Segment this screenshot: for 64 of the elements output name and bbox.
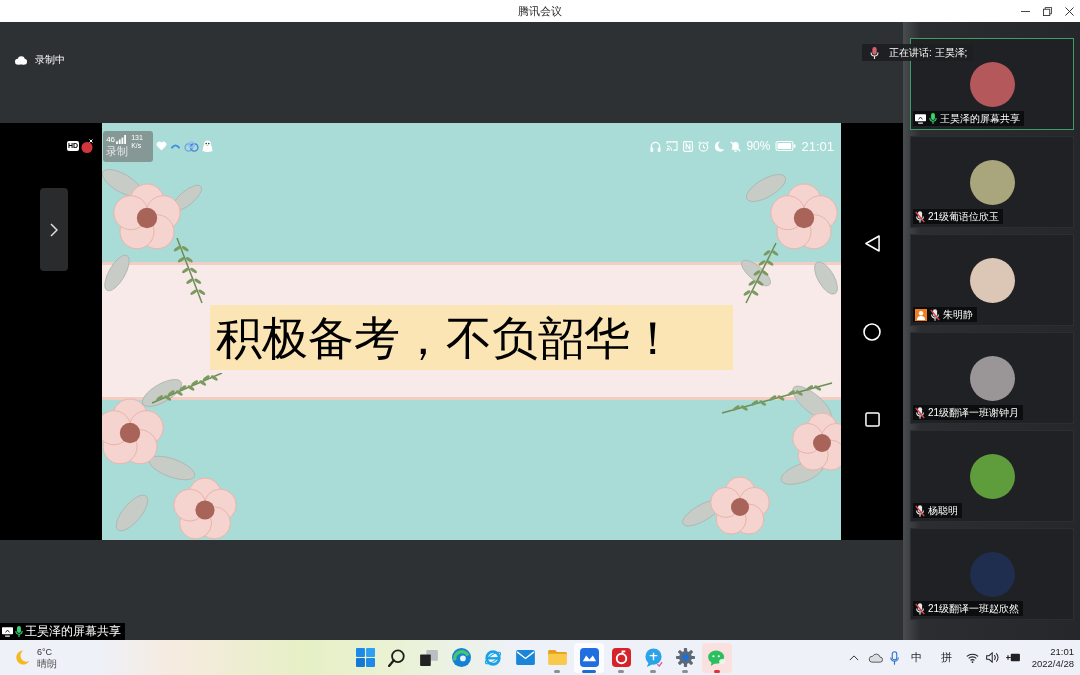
minimize-icon [1020,10,1030,12]
triangle-icon [864,235,880,252]
cloud-icon [15,55,27,65]
recents-button[interactable] [863,410,881,429]
weather-widget[interactable]: 6°C 晴朗 [0,640,70,675]
input-mode-button[interactable]: 中 [905,652,927,663]
search-icon [388,648,406,667]
participant-name: 朱明静 [943,309,973,320]
moon-icon [714,140,726,152]
chevron-up-icon [848,654,859,661]
nfc-icon [683,140,694,152]
overlapping-squares-icon [420,649,438,666]
speech-bubble-icon [643,648,663,667]
clock-button[interactable]: 21:01 2022/4/28 [1031,645,1074,670]
ring-tile-icon [611,648,631,667]
microphone-icon [870,46,879,59]
network-type: 46 [106,135,116,144]
mail-icon [515,650,535,665]
recording-status: 录制中 [35,53,65,67]
penguin-icon [202,139,214,153]
close-icon [1064,6,1074,16]
swoosh-icon [171,143,181,149]
speaker-icon [985,652,999,663]
share-name: 王昊泽的屏幕共享 [25,625,121,638]
input-method-button[interactable]: 拼 [933,652,959,663]
cast-icon [666,141,679,151]
folder-icon [547,650,567,665]
cloud-icon [867,652,883,663]
alarm-clock-icon [698,140,710,152]
chevron-right-icon [50,222,58,237]
circle-icon [863,322,881,341]
linked-rings-icon [184,140,200,152]
back-button[interactable] [863,234,881,253]
home-button[interactable] [863,322,881,341]
record-dot-icon [81,139,94,153]
participant-name: 21级葡语位欣玉 [928,211,1000,222]
square-icon [864,412,880,427]
window-title: 腾讯会议 [518,5,562,17]
phone-time: 21:01 [801,139,834,153]
heart-icon [156,141,168,151]
settings-icon [675,648,695,667]
participant-name: 21级翻译一班赵欣然 [928,603,1020,614]
participant-name: 21级翻译一班谢钟月 [928,407,1020,418]
speaker-label: 正在讲话: 王昊泽; [889,47,968,58]
mountain-tile-icon [579,648,599,667]
headphones-icon [650,140,662,152]
wifi-icon [965,652,979,663]
recording-label: 录制 [106,144,129,158]
ring-orbit-icon [484,648,502,667]
battery-icon [775,141,797,151]
participant-name: 王昊泽的屏幕共享 [940,113,1020,124]
bell-off-icon [730,140,742,152]
moon-icon [15,650,30,665]
participant-name: 杨聪明 [928,505,958,516]
signal-bars-icon [116,134,128,144]
start-grid-icon [355,648,375,667]
meeting-app-button[interactable] [574,642,604,673]
microphone-icon [889,650,899,665]
slide-headline: 积极备考，不负韶华！ [210,305,733,370]
battery-plug-icon [1005,652,1021,663]
restore-icon [1042,6,1052,16]
swirl-browser-icon [451,648,471,667]
battery-percentage: 90% [746,140,771,152]
chat-bubble-icon [708,649,726,666]
